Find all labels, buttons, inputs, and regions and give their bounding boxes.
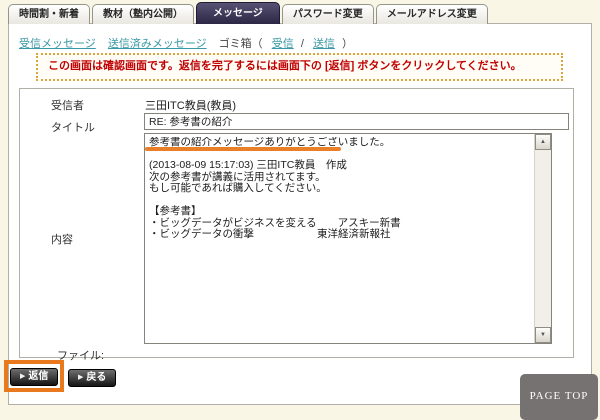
confirmation-notice: この画面は確認画面です。返信を完了するには画面下の [返信] ボタンをクリックし… bbox=[36, 53, 563, 81]
reply-button[interactable]: ▶返信 bbox=[10, 368, 58, 386]
link-trash-sent[interactable]: 送信 bbox=[313, 38, 335, 50]
title-label: タイトル bbox=[51, 119, 95, 135]
recipient-label: 受信者 bbox=[51, 97, 84, 113]
message-body-textarea[interactable]: 参考書の紹介メッセージありがとうございました。 (2013-08-09 15:1… bbox=[144, 133, 552, 344]
app-screen: 時間割・新着 教材（塾内公開） メッセージ パスワード変更 メールアドレス変更 … bbox=[0, 0, 600, 420]
annotation-underline bbox=[145, 147, 341, 151]
reply-button-label: 返信 bbox=[28, 371, 48, 382]
link-trash-received[interactable]: 受信 bbox=[272, 38, 294, 50]
arrow-icon: ▶ bbox=[78, 374, 83, 381]
message-body-text: 参考書の紹介メッセージありがとうございました。 (2013-08-09 15:1… bbox=[149, 137, 531, 241]
arrow-icon: ▶ bbox=[20, 373, 25, 380]
textarea-scrollbar[interactable]: ▲ ▼ bbox=[534, 134, 551, 343]
tab-bar: 時間割・新着 教材（塾内公開） メッセージ パスワード変更 メールアドレス変更 bbox=[8, 2, 488, 24]
page-top-button[interactable]: PAGE TOP bbox=[520, 374, 598, 420]
annotation-highlight-box: ▶返信 bbox=[4, 360, 64, 392]
tab-email-change[interactable]: メールアドレス変更 bbox=[376, 4, 488, 24]
reply-form: 受信者 三田ITC教員(教員) タイトル 内容 参考書の紹介メッセージありがとう… bbox=[19, 88, 574, 358]
content-panel: 受信メッセージ 送信済みメッセージ ゴミ箱（ 受信 / 送信 ） この画面は確認… bbox=[8, 23, 592, 405]
tab-timetable-new[interactable]: 時間割・新着 bbox=[8, 4, 90, 24]
link-sent-messages[interactable]: 送信済みメッセージ bbox=[108, 38, 207, 50]
trash-label-prefix: ゴミ箱（ bbox=[219, 38, 263, 50]
tab-materials[interactable]: 教材（塾内公開） bbox=[92, 4, 194, 24]
recipient-value: 三田ITC教員(教員) bbox=[145, 97, 236, 113]
trash-label-suffix: ） bbox=[342, 38, 353, 50]
link-received-messages[interactable]: 受信メッセージ bbox=[19, 38, 96, 50]
content-label: 内容 bbox=[51, 231, 73, 247]
title-input[interactable] bbox=[144, 113, 569, 130]
tab-password-change[interactable]: パスワード変更 bbox=[282, 4, 374, 24]
scroll-down-icon[interactable]: ▼ bbox=[535, 327, 551, 343]
trash-separator: / bbox=[301, 38, 304, 50]
message-nav: 受信メッセージ 送信済みメッセージ ゴミ箱（ 受信 / 送信 ） bbox=[19, 35, 355, 51]
scroll-up-icon[interactable]: ▲ bbox=[535, 134, 551, 150]
tab-messages[interactable]: メッセージ bbox=[196, 2, 280, 24]
back-button-label: 戻る bbox=[86, 372, 106, 383]
back-button[interactable]: ▶戻る bbox=[68, 369, 116, 387]
